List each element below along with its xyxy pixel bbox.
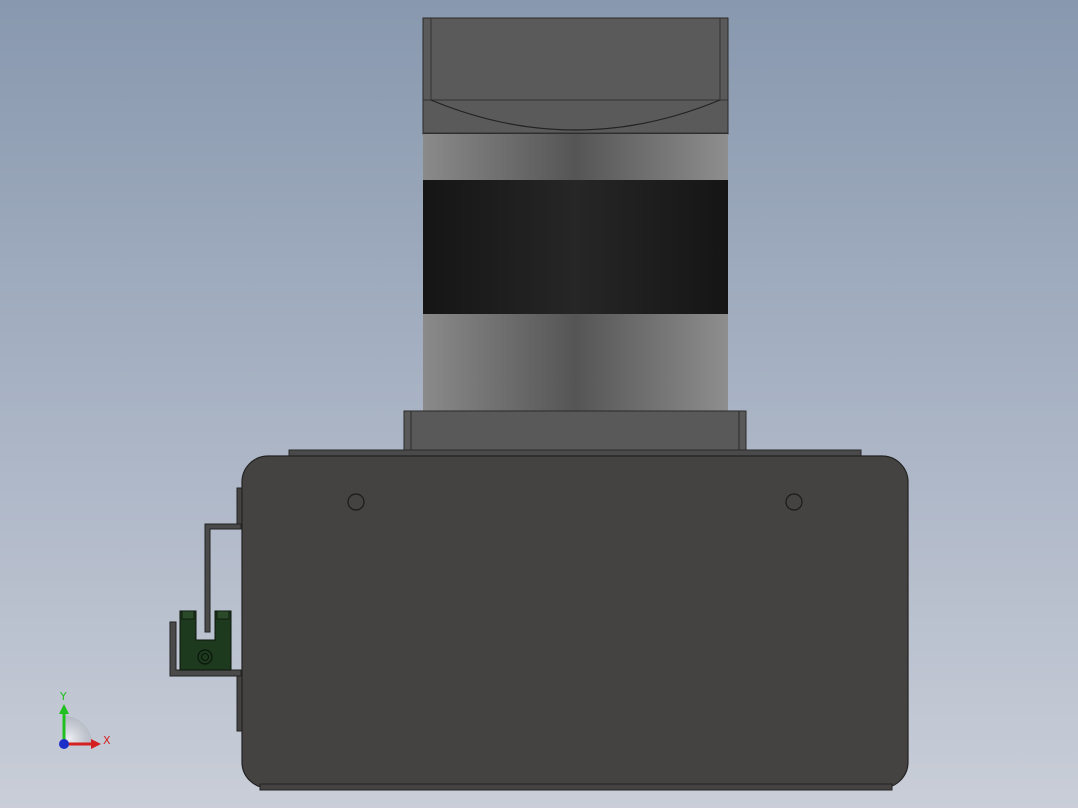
z-axis-dot: [59, 739, 69, 749]
side-bracket[interactable]: [169, 487, 244, 732]
main-body[interactable]: [241, 455, 909, 789]
mounting-hole-right[interactable]: [785, 493, 803, 511]
motor-top-cap[interactable]: [422, 17, 729, 135]
axis-triad-arc: [64, 716, 92, 744]
axis-triad: Y X: [59, 690, 111, 749]
y-axis-arrow-icon: [59, 704, 69, 714]
model-view[interactable]: Y X: [0, 0, 1078, 808]
motor-flange[interactable]: [403, 410, 747, 452]
motor-cylinder[interactable]: [423, 134, 728, 411]
body-base-lip: [259, 783, 893, 791]
y-axis-label: Y: [59, 690, 67, 703]
x-axis-arrow-icon: [91, 739, 101, 749]
graphics-viewport[interactable]: Y X: [0, 0, 1078, 808]
x-axis-label: X: [103, 734, 111, 747]
mounting-hole-left[interactable]: [347, 493, 365, 511]
